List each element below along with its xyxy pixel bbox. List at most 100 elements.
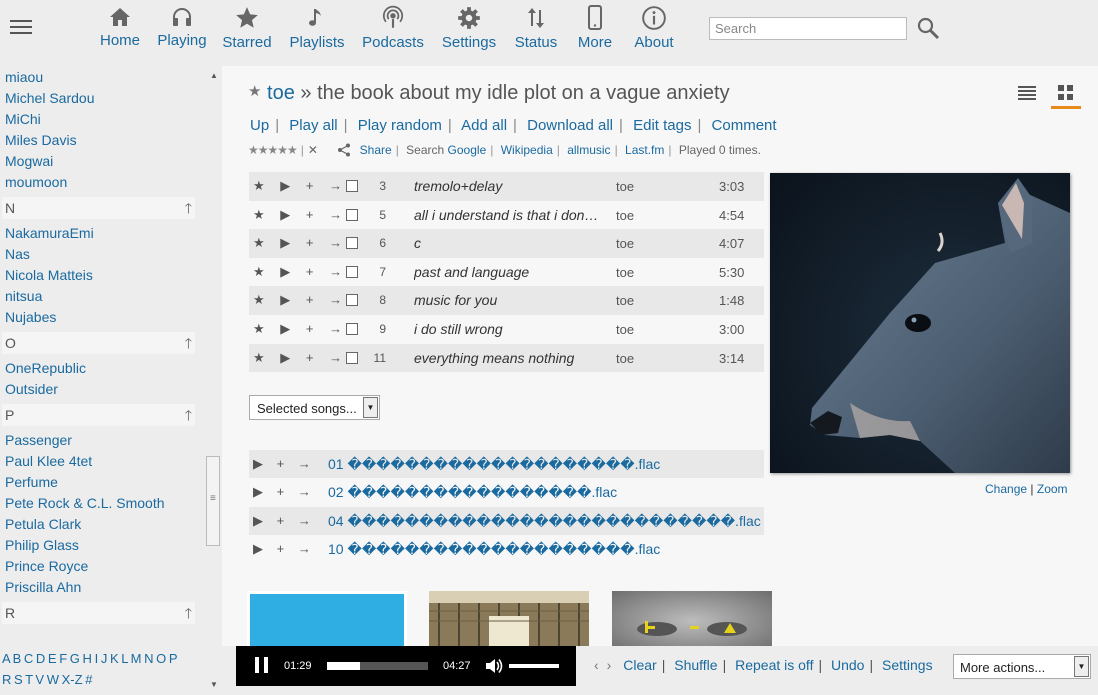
scrollbar-thumb[interactable] bbox=[206, 456, 220, 546]
file-controls[interactable]: ▶ + → bbox=[253, 484, 316, 500]
list-view-icon[interactable] bbox=[1017, 84, 1037, 102]
alphabet-letter-link[interactable]: S bbox=[14, 672, 23, 687]
sidebar-artist-item[interactable]: NakamuraEmi bbox=[0, 223, 222, 244]
sidebar-artist-item[interactable]: Perfume bbox=[0, 472, 222, 493]
track-row[interactable]: ★ ▶ + → 3 tremolo+delay toe 3:03 bbox=[249, 172, 764, 201]
track-row[interactable]: ★ ▶ + → 8 music for you toe 1:48 bbox=[249, 286, 764, 315]
repeat-link[interactable]: Repeat is off bbox=[735, 657, 813, 673]
track-checkbox[interactable] bbox=[346, 208, 358, 221]
sidebar-artist-item[interactable]: Nicola Matteis bbox=[0, 265, 222, 286]
nav-home[interactable]: Home bbox=[97, 3, 143, 61]
file-name-link[interactable]: 02 �����������������.flac bbox=[328, 484, 617, 501]
selected-songs-select[interactable]: Selected songs... ▼ bbox=[249, 395, 380, 420]
grid-view-icon[interactable] bbox=[1057, 84, 1075, 102]
track-controls[interactable]: ★ ▶ + → bbox=[253, 292, 348, 308]
alphabet-letter-link[interactable]: H bbox=[83, 651, 92, 666]
alphabet-letter-link[interactable]: # bbox=[85, 672, 92, 687]
track-checkbox[interactable] bbox=[346, 180, 358, 192]
nav-about[interactable]: About bbox=[630, 3, 678, 61]
album-cover[interactable] bbox=[770, 173, 1070, 473]
album-artist-link[interactable]: toe bbox=[267, 82, 295, 104]
edit-tags-link[interactable]: Edit tags bbox=[633, 117, 691, 134]
more-actions-select[interactable]: More actions... ▼ bbox=[953, 654, 1091, 679]
nav-playlists[interactable]: Playlists bbox=[286, 3, 348, 61]
search-icon[interactable] bbox=[916, 16, 940, 40]
alphabet-letter-link[interactable]: B bbox=[13, 651, 22, 666]
add-all-link[interactable]: Add all bbox=[461, 117, 507, 134]
clear-rating-icon[interactable]: ✕ bbox=[308, 143, 318, 157]
alphabet-letter-link[interactable]: A bbox=[2, 651, 10, 666]
file-controls[interactable]: ▶ + → bbox=[253, 456, 316, 472]
track-title[interactable]: c bbox=[414, 235, 599, 251]
sidebar-artist-item[interactable]: Nujabes bbox=[0, 307, 222, 328]
chevron-down-icon[interactable]: ▼ bbox=[1074, 656, 1089, 677]
alphabet-letter-link[interactable]: K bbox=[110, 651, 119, 666]
track-row[interactable]: ★ ▶ + → 5 all i understand is that i don't… bbox=[249, 201, 764, 230]
alphabet-letter-link[interactable]: I bbox=[95, 651, 99, 666]
rating-stars[interactable]: ★★★★★ bbox=[248, 143, 298, 157]
sidebar-artist-item[interactable]: Nas bbox=[0, 244, 222, 265]
sidebar-artist-item[interactable]: moumoon bbox=[0, 172, 222, 193]
track-checkbox[interactable] bbox=[346, 322, 358, 335]
track-checkbox[interactable] bbox=[346, 237, 358, 250]
clear-link[interactable]: Clear bbox=[623, 657, 656, 673]
nav-more[interactable]: More bbox=[575, 3, 615, 61]
track-controls[interactable]: ★ ▶ + → bbox=[253, 350, 348, 366]
scroll-down-arrow-icon[interactable]: ▼ bbox=[210, 680, 218, 689]
alphabet-letter-link[interactable]: T bbox=[25, 672, 33, 687]
track-title[interactable]: i do still wrong bbox=[414, 321, 599, 337]
alphabet-letter-link[interactable]: M bbox=[131, 651, 142, 666]
shuffle-link[interactable]: Shuffle bbox=[674, 657, 717, 673]
sidebar-scrollbar[interactable]: ▲ ▼ bbox=[206, 66, 222, 693]
scroll-up-icon[interactable]: 🡑 bbox=[185, 332, 192, 354]
share-icon[interactable] bbox=[337, 143, 351, 157]
sidebar-artist-item[interactable]: Michel Sardou bbox=[0, 88, 222, 109]
volume-icon[interactable] bbox=[484, 657, 504, 675]
nav-podcasts[interactable]: Podcasts bbox=[360, 3, 426, 61]
track-controls[interactable]: ★ ▶ + → bbox=[253, 235, 348, 251]
up-link[interactable]: Up bbox=[250, 117, 269, 134]
track-title[interactable]: past and language bbox=[414, 264, 599, 280]
track-controls[interactable]: ★ ▶ + → bbox=[253, 321, 348, 337]
alphabet-letter-link[interactable]: X-Z bbox=[62, 672, 83, 687]
alphabet-letter-link[interactable]: G bbox=[70, 651, 80, 666]
sidebar-artist-item[interactable]: OneRepublic bbox=[0, 358, 222, 379]
alphabet-letter-link[interactable]: D bbox=[36, 651, 45, 666]
sidebar-artist-item[interactable]: MiChi bbox=[0, 109, 222, 130]
alphabet-letter-link[interactable]: W bbox=[47, 672, 59, 687]
alphabet-letter-link[interactable]: O bbox=[156, 651, 166, 666]
scroll-up-icon[interactable]: 🡑 bbox=[185, 197, 192, 219]
track-checkbox[interactable] bbox=[346, 351, 358, 364]
next-icon[interactable]: › bbox=[607, 657, 612, 673]
album-thumbnail[interactable] bbox=[612, 591, 772, 646]
track-title[interactable]: all i understand is that i don't underst… bbox=[414, 207, 599, 223]
alphabet-letter-link[interactable]: V bbox=[35, 672, 44, 687]
track-controls[interactable]: ★ ▶ + → bbox=[253, 178, 348, 194]
sidebar-artist-item[interactable]: Outsider bbox=[0, 379, 222, 400]
file-row[interactable]: ▶ + → 02 �����������������.flac bbox=[249, 478, 764, 506]
file-row[interactable]: ▶ + → 01 ��������������������.flac bbox=[249, 450, 764, 479]
file-controls[interactable]: ▶ + → bbox=[253, 541, 316, 557]
change-cover-link[interactable]: Change bbox=[985, 482, 1027, 496]
alphabet-letter-link[interactable]: E bbox=[48, 651, 57, 666]
track-title[interactable]: everything means nothing bbox=[414, 350, 599, 366]
seek-bar[interactable] bbox=[327, 662, 428, 670]
scroll-up-icon[interactable]: 🡑 bbox=[185, 404, 192, 426]
sidebar-artist-item[interactable]: Mogwai bbox=[0, 151, 222, 172]
track-controls[interactable]: ★ ▶ + → bbox=[253, 264, 348, 280]
alphabet-letter-link[interactable]: F bbox=[59, 651, 67, 666]
album-thumbnail[interactable] bbox=[429, 591, 589, 646]
alphabet-letter-link[interactable]: N bbox=[144, 651, 153, 666]
allmusic-link[interactable]: allmusic bbox=[567, 143, 610, 157]
track-title[interactable]: tremolo+delay bbox=[414, 178, 599, 194]
play-random-link[interactable]: Play random bbox=[358, 117, 442, 134]
sidebar-artist-item[interactable]: Prince Royce bbox=[0, 556, 222, 577]
track-row[interactable]: ★ ▶ + → 7 past and language toe 5:30 bbox=[249, 258, 764, 287]
previous-icon[interactable]: ‹ bbox=[594, 657, 599, 673]
file-row[interactable]: ▶ + → 10 ��������������������.flac bbox=[249, 535, 764, 563]
alphabet-letter-link[interactable]: R bbox=[2, 672, 11, 687]
alphabet-letter-link[interactable]: P bbox=[169, 651, 178, 666]
volume-slider[interactable] bbox=[509, 664, 559, 668]
nav-status[interactable]: Status bbox=[512, 3, 560, 61]
lastfm-link[interactable]: Last.fm bbox=[625, 143, 664, 157]
